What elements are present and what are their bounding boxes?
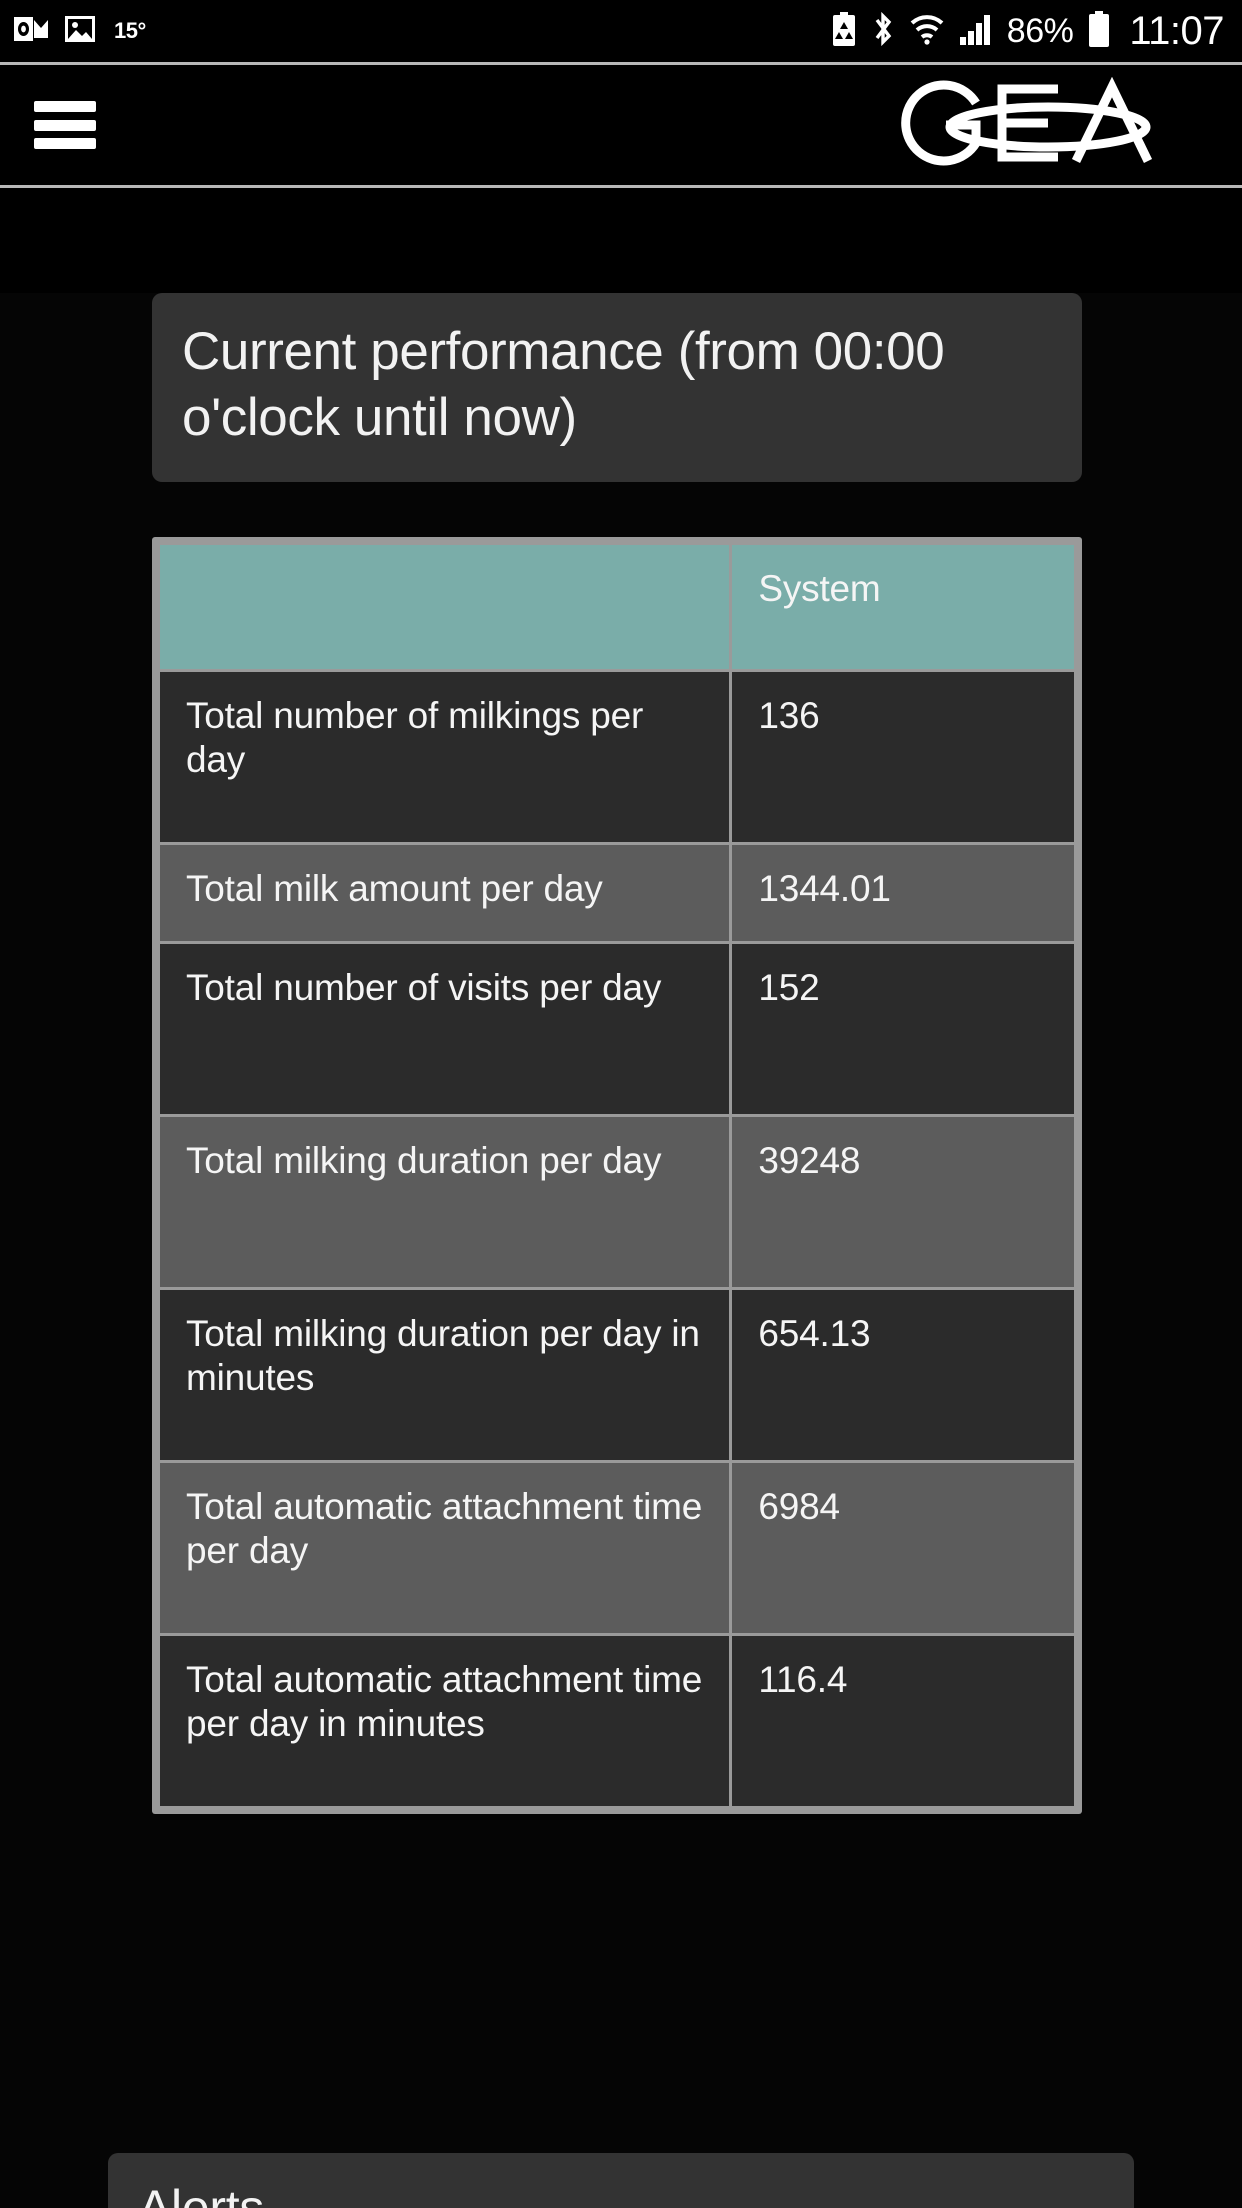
table-header-row: System: [160, 544, 1074, 669]
gea-logo: [880, 76, 1180, 174]
alerts-label: Alerts: [138, 2180, 265, 2208]
table-row: Total milking duration per day 39248: [160, 1116, 1074, 1287]
battery-saver-icon: [831, 11, 857, 51]
status-bar-left: 15°: [14, 14, 146, 49]
wifi-icon: [909, 13, 945, 50]
row-value: 654.13: [732, 1289, 1074, 1460]
row-label: Total automatic attachment time per day …: [160, 1635, 730, 1806]
row-label: Total milking duration per day in minute…: [160, 1289, 730, 1460]
hamburger-bar-1: [34, 101, 96, 112]
status-bar: 15° 86% 11:07: [0, 0, 1242, 62]
row-label: Total number of visits per day: [160, 943, 730, 1114]
app-bar: [0, 62, 1242, 188]
row-value: 152: [732, 943, 1074, 1114]
alerts-card[interactable]: Alerts: [108, 2153, 1134, 2208]
gallery-image-icon: [64, 14, 96, 49]
row-value: 116.4: [732, 1635, 1074, 1806]
clock-label: 11:07: [1129, 8, 1224, 53]
hamburger-bar-2: [34, 119, 96, 131]
page-title: Current performance (from 00:00 o'clock …: [182, 322, 945, 448]
row-label: Total milking duration per day: [160, 1116, 730, 1287]
status-bar-right: 86% 11:07: [831, 9, 1224, 54]
table-row: Total automatic attachment time per day …: [160, 1462, 1074, 1633]
bluetooth-icon: [871, 11, 895, 52]
table-row: Total number of milkings per day 136: [160, 671, 1074, 842]
row-value: 136: [732, 671, 1074, 842]
hamburger-bar-3: [34, 138, 96, 149]
table-header-cell-system: System: [732, 544, 1074, 669]
hamburger-menu-icon[interactable]: [34, 101, 96, 149]
row-value: 6984: [732, 1462, 1074, 1633]
row-value: 1344.01: [732, 844, 1074, 941]
outlook-mail-icon: [14, 14, 48, 49]
table-row: Total automatic attachment time per day …: [160, 1635, 1074, 1806]
table-row: Total number of visits per day 152: [160, 943, 1074, 1114]
main-content: Current performance (from 00:00 o'clock …: [0, 293, 1242, 2208]
temperature-label: 15°: [114, 18, 146, 43]
row-label: Total automatic attachment time per day: [160, 1462, 730, 1633]
table-body: Total number of milkings per day 136 Tot…: [160, 671, 1074, 1806]
row-value: 39248: [732, 1116, 1074, 1287]
row-label: Total milk amount per day: [160, 844, 730, 941]
table-row: Total milk amount per day 1344.01: [160, 844, 1074, 941]
performance-table-container: System Total number of milkings per day …: [152, 536, 1082, 1814]
page-title-card: Current performance (from 00:00 o'clock …: [152, 293, 1082, 482]
table-header: System: [160, 544, 1074, 669]
row-label: Total number of milkings per day: [160, 671, 730, 842]
cellular-signal-icon: [959, 13, 993, 50]
battery-percent-label: 86%: [1006, 11, 1074, 50]
table-row: Total milking duration per day in minute…: [160, 1289, 1074, 1460]
battery-icon: [1087, 10, 1111, 52]
performance-table: System Total number of milkings per day …: [157, 542, 1077, 1809]
table-header-cell-blank: [160, 544, 730, 669]
